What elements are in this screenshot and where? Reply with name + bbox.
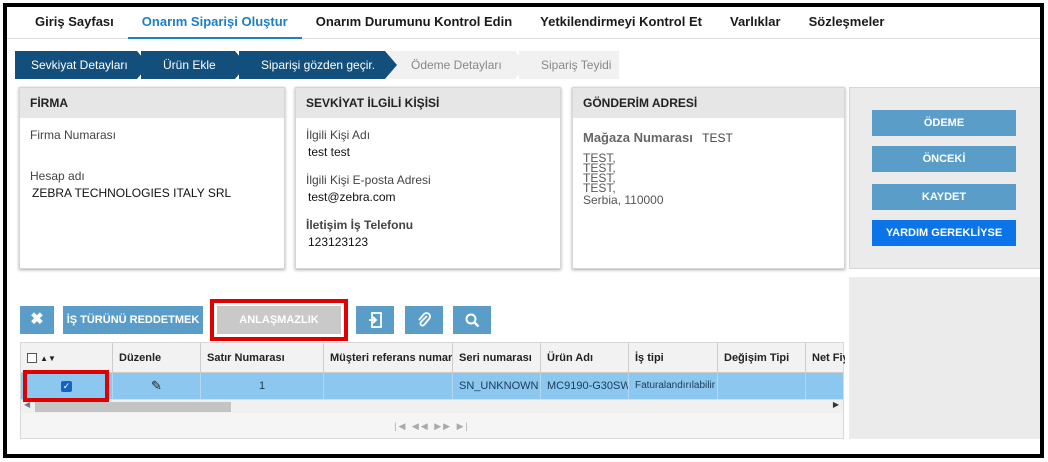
nav-assets[interactable]: Varlıklar [716, 7, 795, 39]
col-serial-number[interactable]: Seri numarası [453, 343, 541, 373]
nav-check-authorization[interactable]: Yetkilendirmeyi Kontrol Et [526, 7, 716, 39]
pagination: |◀ ◀◀ ▶▶ ▶| [21, 413, 843, 439]
contact-name-value: test test [308, 145, 351, 159]
attach-button[interactable] [405, 306, 443, 334]
checkbox-icon[interactable] [27, 353, 37, 364]
payment-button[interactable]: ÖDEME [872, 110, 1016, 136]
nav-home[interactable]: Giriş Sayfası [21, 7, 128, 39]
export-button[interactable] [356, 306, 394, 334]
store-number-value: TEST [702, 131, 733, 145]
col-exchange-type[interactable]: Değişim Tipi [718, 343, 806, 373]
step-payment-details: Ödeme Detayları [389, 51, 527, 79]
select-all-header[interactable]: ▲▼ [21, 343, 113, 373]
prev-page-icon[interactable]: ◀◀ [412, 421, 430, 431]
col-edit[interactable]: Düzenle [113, 343, 201, 373]
contact-email-label: İlgili Kişi E-posta Adresi [306, 173, 431, 187]
side-lower-panel [849, 277, 1040, 439]
contact-email-value: test@zebra.com [308, 190, 396, 204]
remove-dispute-button[interactable]: ANLAŞMAZLIK KALDIR [217, 306, 341, 354]
top-navigation: Giriş Sayfası Onarım Siparişi Oluştur On… [7, 7, 1040, 39]
col-job-type[interactable]: İş tipi [629, 343, 718, 373]
company-panel: FİRMA Firma Numarası Hesap adı ZEBRA TEC… [19, 87, 285, 269]
company-panel-title: FİRMA [20, 88, 284, 118]
horizontal-scrollbar[interactable]: ◀ ▶ [21, 399, 843, 413]
scroll-right-icon[interactable]: ▶ [833, 400, 839, 409]
export-icon [369, 312, 382, 328]
paperclip-icon [418, 312, 431, 327]
save-button[interactable]: KAYDET [872, 184, 1016, 210]
address-line: TEST, [583, 181, 616, 195]
scrollbar-thumb[interactable] [35, 402, 231, 412]
search-button[interactable] [453, 306, 491, 334]
col-net-price[interactable]: Net Fiy [806, 343, 845, 373]
exchange-type-cell [718, 373, 806, 399]
address-line: Serbia, 110000 [583, 193, 664, 207]
col-line-number[interactable]: Satır Numarası [201, 343, 324, 373]
address-line: TEST, [583, 161, 616, 175]
serial-number-cell: SN_UNKNOWN [453, 373, 541, 399]
previous-button[interactable]: ÖNCEKİ [872, 146, 1016, 172]
grid-header: ▲▼ Düzenle Satır Numarası Müşteri refera… [21, 343, 845, 373]
address-line: TEST, [583, 151, 616, 165]
firm-number-label: Firma Numarası [30, 128, 117, 142]
sort-icon[interactable]: ▲▼ [40, 354, 56, 363]
net-price-cell [806, 373, 845, 399]
step-review-order[interactable]: Siparişi gözden geçir. [239, 51, 397, 79]
search-icon [465, 313, 479, 327]
shipping-contact-panel: SEVKİYAT İLGİLİ KİŞİSİ İlgili Kişi Adı t… [295, 87, 561, 269]
line-number-cell: 1 [201, 373, 324, 399]
step-shipping-details[interactable]: Sevkiyat Detayları [15, 51, 149, 79]
shipping-address-panel: GÖNDERİM ADRESİ Mağaza Numarası TEST TES… [572, 87, 845, 269]
close-icon: ✖ [30, 311, 44, 328]
product-name-cell: MC9190-G30SW... [541, 373, 629, 399]
actions-panel: ÖDEME ÖNCEKİ KAYDET YARDIM GEREKLİYSE [849, 87, 1040, 269]
nav-check-repair-status[interactable]: Onarım Durumunu Kontrol Edin [302, 7, 526, 39]
col-customer-ref[interactable]: Müşteri referans numarası [324, 343, 453, 373]
wizard-steps: Sevkiyat Detayları Ürün Ekle Siparişi gö… [15, 51, 623, 79]
edit-cell[interactable]: ✎ [113, 373, 201, 399]
step-order-confirmation: Sipariş Teyidi [519, 51, 619, 79]
contact-phone-value: 123123123 [308, 235, 369, 249]
account-name-value: ZEBRA TECHNOLOGIES ITALY SRL [32, 186, 232, 200]
next-page-icon[interactable]: ▶▶ [434, 421, 452, 431]
table-row[interactable]: ✓ ✎ 1 SN_UNKNOWN MC9190-G30SW... Fatural… [21, 373, 843, 399]
need-help-button[interactable]: YARDIM GEREKLİYSE [872, 220, 1016, 246]
nav-contracts[interactable]: Sözleşmeler [795, 7, 899, 39]
delete-button[interactable]: ✖ [20, 306, 54, 334]
col-product-name[interactable]: Ürün Adı [541, 343, 629, 373]
contact-name-label: İlgili Kişi Adı [306, 128, 371, 142]
customer-ref-cell [324, 373, 453, 399]
pencil-icon[interactable]: ✎ [151, 378, 162, 393]
address-line: TEST, [583, 171, 616, 185]
shipping-address-title: GÖNDERİM ADRESİ [573, 88, 844, 118]
shipping-contact-title: SEVKİYAT İLGİLİ KİŞİSİ [296, 88, 560, 118]
order-lines-grid: ▲▼ Düzenle Satır Numarası Müşteri refera… [20, 342, 845, 439]
account-name-label: Hesap adı [30, 169, 85, 183]
store-number-label: Mağaza Numarası [583, 130, 693, 145]
job-type-cell: Faturalandırılabilir [629, 373, 718, 399]
row-select-highlight [23, 370, 109, 402]
app-frame: Giriş Sayfası Onarım Siparişi Oluştur On… [3, 3, 1044, 458]
step-add-product[interactable]: Ürün Ekle [141, 51, 247, 79]
reject-job-type-button[interactable]: İŞ TÜRÜNÜ REDDETMEK [63, 306, 203, 334]
first-page-icon[interactable]: |◀ [394, 421, 407, 431]
contact-phone-label: İletişim İş Telefonu [306, 218, 414, 232]
last-page-icon[interactable]: ▶| [457, 421, 470, 431]
nav-create-repair-order[interactable]: Onarım Siparişi Oluştur [127, 7, 302, 39]
